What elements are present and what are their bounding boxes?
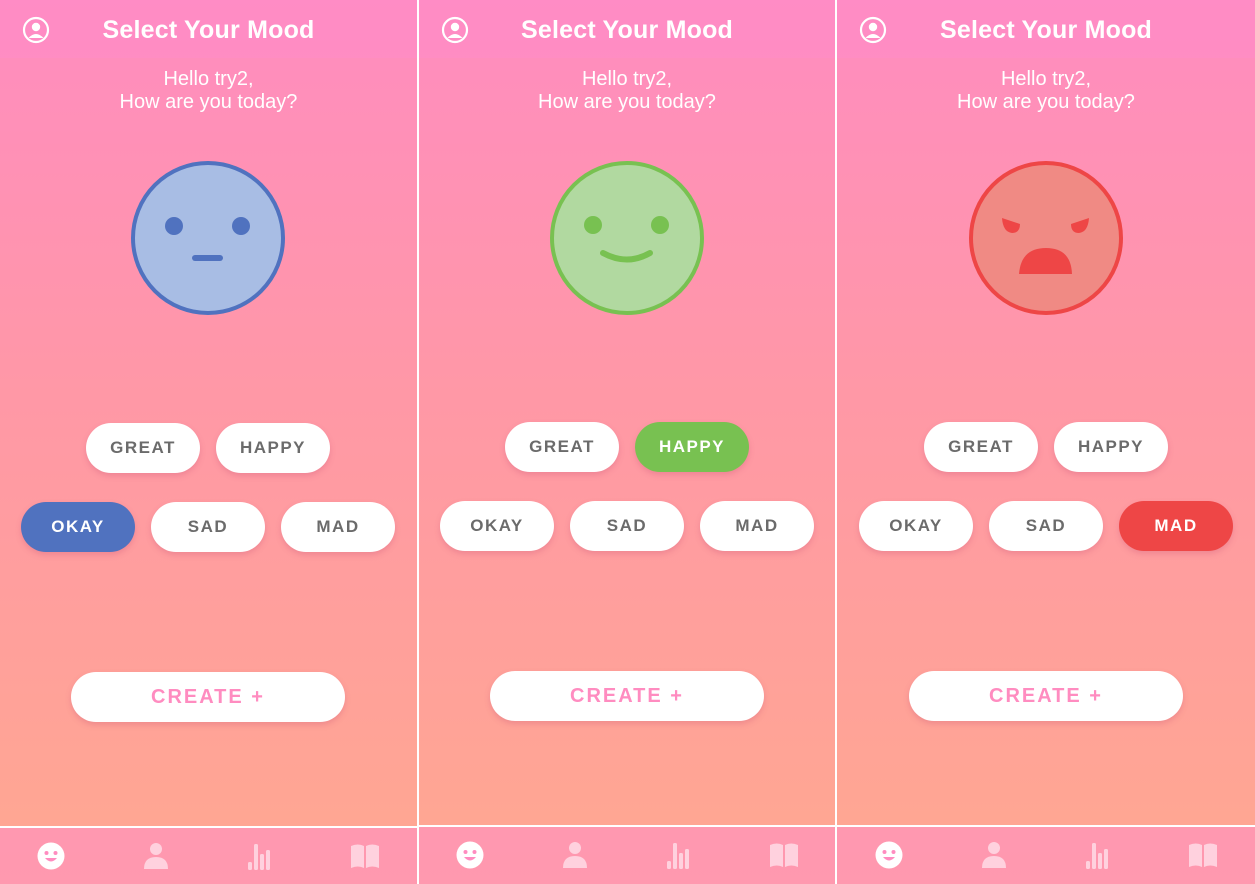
profile-person-icon[interactable] [978, 839, 1010, 871]
create-button[interactable]: CREATE + [490, 671, 764, 721]
page-title: Select Your Mood [520, 16, 734, 44]
mood-button-mad[interactable]: MAD [1119, 501, 1233, 551]
mood-button-happy[interactable]: HAPPY [1054, 422, 1168, 472]
journal-book-icon[interactable] [349, 840, 381, 872]
mood-button-great[interactable]: GREAT [924, 422, 1038, 472]
bottom-nav [419, 825, 835, 884]
header: Select Your Mood [0, 0, 417, 58]
mood-button-okay[interactable]: OKAY [859, 501, 973, 551]
mood-button-okay[interactable]: OKAY [440, 501, 554, 551]
mood-screen-2: Select Your Mood Hello try2, How are you… [419, 0, 835, 884]
bottom-nav [837, 825, 1255, 884]
mood-screen-1: Select Your Mood Hello try2, How are you… [0, 0, 417, 884]
mood-button-sad[interactable]: SAD [570, 501, 684, 551]
stats-bars-icon[interactable] [1082, 839, 1114, 871]
mood-button-sad[interactable]: SAD [989, 501, 1103, 551]
mood-face-icon[interactable] [873, 839, 905, 871]
mood-button-mad[interactable]: MAD [281, 502, 395, 552]
mood-button-great[interactable]: GREAT [505, 422, 619, 472]
mood-screen-3: Select Your Mood Hello try2, How are you… [837, 0, 1255, 884]
journal-book-icon[interactable] [1187, 839, 1219, 871]
mood-button-happy[interactable]: HAPPY [216, 423, 330, 473]
greeting-line-1: Hello try2, [581, 68, 673, 90]
mood-button-happy[interactable]: HAPPY [635, 422, 749, 472]
stats-bars-icon[interactable] [244, 840, 276, 872]
mood-face-icon[interactable] [35, 840, 67, 872]
bottom-nav [0, 826, 417, 884]
mood-button-sad[interactable]: SAD [151, 502, 265, 552]
mood-face-icon[interactable] [454, 839, 486, 871]
happy-face-icon [550, 161, 704, 315]
mood-button-mad[interactable]: MAD [700, 501, 814, 551]
greeting-line-2: How are you today? [119, 91, 298, 113]
greeting-line-2: How are you today? [957, 91, 1135, 113]
greeting: Hello try2, How are you today? [0, 68, 417, 114]
greeting: Hello try2, How are you today? [419, 68, 835, 114]
header: Select Your Mood [837, 0, 1255, 58]
page-title: Select Your Mood [102, 16, 315, 44]
mood-button-great[interactable]: GREAT [86, 423, 200, 473]
profile-person-icon[interactable] [140, 840, 172, 872]
greeting-line-1: Hello try2, [163, 68, 254, 90]
journal-book-icon[interactable] [768, 839, 800, 871]
greeting: Hello try2, How are you today? [837, 68, 1255, 114]
header: Select Your Mood [419, 0, 835, 58]
page-title: Select Your Mood [939, 16, 1153, 44]
profile-person-icon[interactable] [559, 839, 591, 871]
okay-face-icon [131, 161, 285, 315]
create-button[interactable]: CREATE + [909, 671, 1183, 721]
greeting-line-2: How are you today? [538, 91, 716, 113]
mad-face-icon [969, 161, 1123, 315]
create-button[interactable]: CREATE + [71, 672, 345, 722]
greeting-line-1: Hello try2, [1000, 68, 1092, 90]
stats-bars-icon[interactable] [663, 839, 695, 871]
mood-button-okay[interactable]: OKAY [21, 502, 135, 552]
